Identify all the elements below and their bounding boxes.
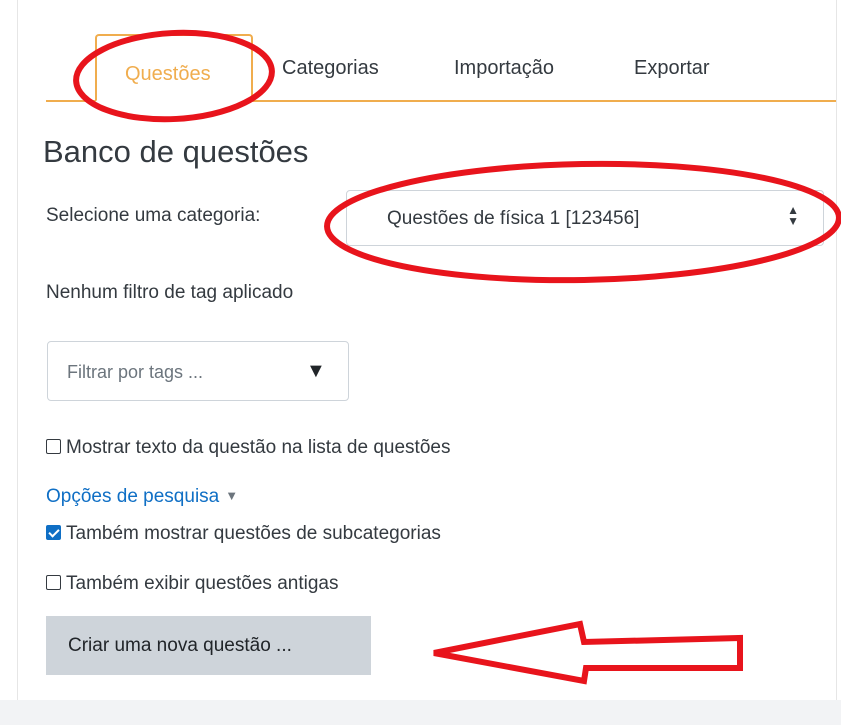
show-old-questions-checkbox[interactable] [46, 575, 61, 590]
show-subcategories-option[interactable]: Também mostrar questões de subcategorias [46, 523, 441, 545]
show-old-questions-label: Também exibir questões antigas [66, 573, 339, 594]
tab-importacao-label: Importação [454, 57, 555, 79]
tag-filter-dropdown[interactable]: Filtrar por tags ... ▼ [47, 341, 349, 401]
category-select-label: Selecione uma categoria: [46, 205, 261, 226]
tag-filter-placeholder: Filtrar por tags ... [67, 362, 204, 382]
question-bank-tabs: Questões Categorias Importação Exportar [46, 34, 836, 102]
show-subcategories-checkbox[interactable] [46, 525, 61, 540]
tab-exportar-label: Exportar [634, 57, 710, 79]
page-title: Banco de questões [43, 134, 309, 169]
show-old-questions-option[interactable]: Também exibir questões antigas [46, 573, 338, 595]
caret-down-icon: ▼ [225, 488, 239, 503]
dropdown-triangle-icon: ▼ [306, 360, 326, 382]
select-updown-icon: ▲ ▼ [787, 203, 799, 228]
category-select-value: Questões de física 1 [123456] [387, 208, 640, 229]
show-question-text-checkbox[interactable] [46, 439, 61, 454]
show-question-text-label: Mostrar texto da questão na lista de que… [66, 437, 451, 458]
create-new-question-button[interactable]: Criar uma nova questão ... [46, 616, 371, 675]
left-border [17, 0, 18, 700]
show-question-text-option[interactable]: Mostrar texto da questão na lista de que… [46, 437, 450, 459]
tab-questoes-label: Questões [125, 63, 211, 85]
category-select[interactable]: Questões de física 1 [123456] ▲ ▼ [346, 190, 824, 246]
search-options-toggle[interactable]: Opções de pesquisa ▼ [46, 486, 238, 508]
right-border [836, 0, 837, 700]
search-options-label: Opções de pesquisa [46, 486, 220, 507]
show-subcategories-label: Também mostrar questões de subcategorias [66, 523, 441, 544]
tab-exportar[interactable]: Exportar [634, 34, 710, 102]
tab-importacao[interactable]: Importação [454, 34, 554, 102]
footer-band [0, 700, 841, 725]
tab-categorias-label: Categorias [282, 57, 379, 79]
tab-questoes[interactable]: Questões [95, 34, 253, 102]
tag-filter-status: Nenhum filtro de tag aplicado [46, 282, 294, 303]
tab-categorias[interactable]: Categorias [282, 34, 379, 102]
